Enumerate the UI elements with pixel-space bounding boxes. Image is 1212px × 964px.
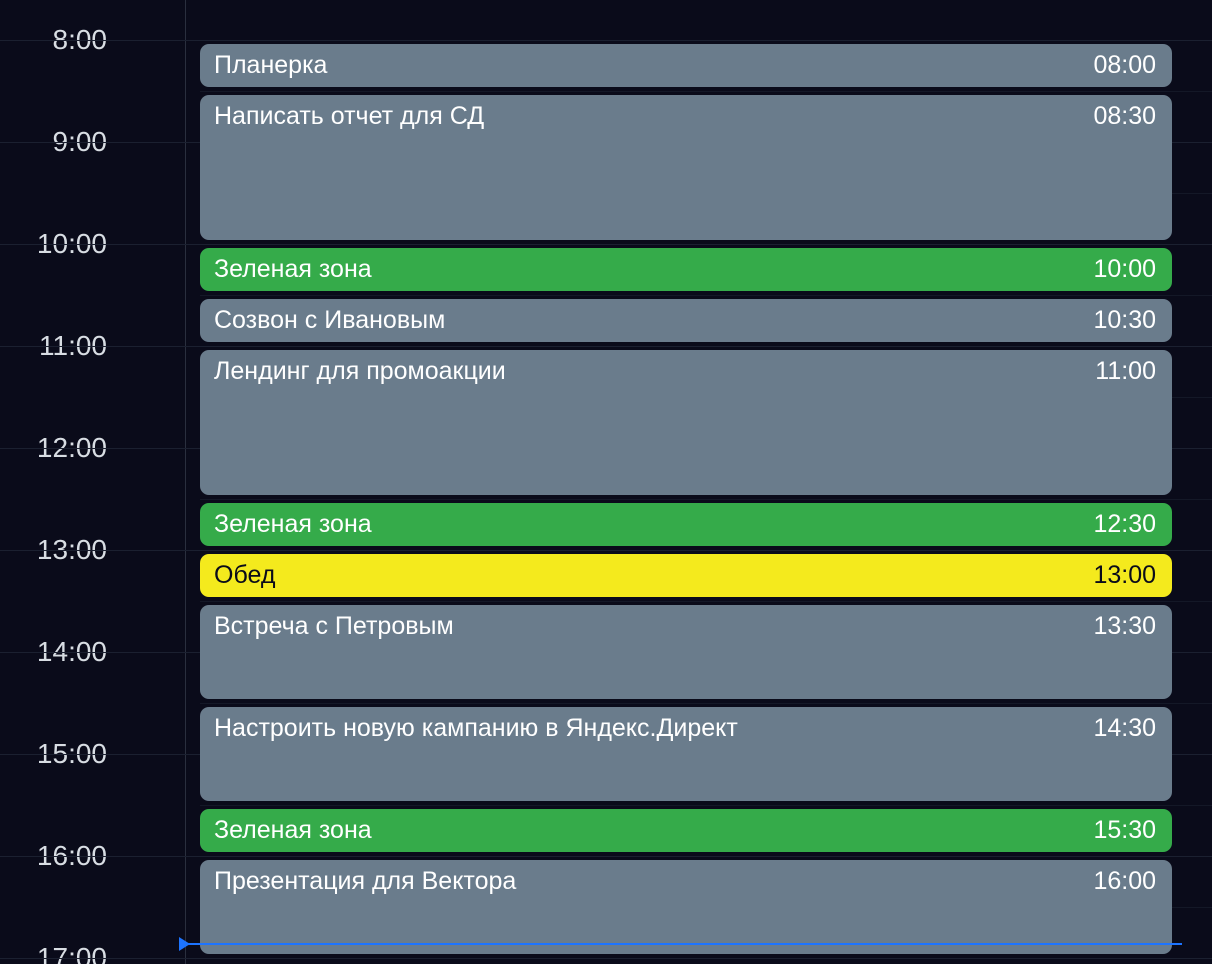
calendar-event[interactable]: Написать отчет для СД 08:30	[200, 95, 1172, 240]
event-time: 16:00	[1093, 866, 1156, 897]
event-time: 08:30	[1093, 101, 1156, 132]
event-time: 10:30	[1093, 305, 1156, 336]
events-area[interactable]: Планерка 08:00 Написать отчет для СД 08:30 З…	[200, 0, 1172, 964]
time-label: 17:00	[37, 942, 107, 964]
event-title: Написать отчет для СД	[214, 101, 484, 132]
event-title: Настроить новую кампанию в Яндекс.Директ	[214, 713, 738, 744]
event-time: 14:30	[1093, 713, 1156, 744]
calendar-event[interactable]: Презентация для Вектора 16:00	[200, 860, 1172, 954]
calendar-event[interactable]: Планерка 08:00	[200, 44, 1172, 87]
calendar-day-view: 8:009:0010:0011:0012:0013:0014:0015:0016…	[0, 0, 1212, 964]
event-time: 13:00	[1093, 560, 1156, 591]
event-time: 15:30	[1093, 815, 1156, 846]
event-time: 12:30	[1093, 509, 1156, 540]
calendar-event[interactable]: Зеленая зона 12:30	[200, 503, 1172, 546]
calendar-event[interactable]: Зеленая зона 10:00	[200, 248, 1172, 291]
event-title: Встреча с Петровым	[214, 611, 454, 642]
current-time-indicator	[183, 943, 1182, 945]
calendar-event[interactable]: Настроить новую кампанию в Яндекс.Директ…	[200, 707, 1172, 801]
event-title: Зеленая зона	[214, 254, 372, 285]
event-time: 08:00	[1093, 50, 1156, 81]
time-column: 8:009:0010:0011:0012:0013:0014:0015:0016…	[0, 0, 185, 964]
event-title: Презентация для Вектора	[214, 866, 516, 897]
event-title: Зеленая зона	[214, 509, 372, 540]
event-title: Лендинг для промоакции	[214, 356, 506, 387]
event-title: Планерка	[214, 50, 327, 81]
time-axis	[185, 0, 186, 964]
event-time: 10:00	[1093, 254, 1156, 285]
calendar-event[interactable]: Обед 13:00	[200, 554, 1172, 597]
calendar-event[interactable]: Встреча с Петровым 13:30	[200, 605, 1172, 699]
event-title: Зеленая зона	[214, 815, 372, 846]
calendar-event[interactable]: Созвон с Ивановым 10:30	[200, 299, 1172, 342]
event-time: 11:00	[1095, 356, 1156, 387]
event-title: Обед	[214, 560, 275, 591]
event-title: Созвон с Ивановым	[214, 305, 445, 336]
event-time: 13:30	[1093, 611, 1156, 642]
calendar-event[interactable]: Лендинг для промоакции 11:00	[200, 350, 1172, 495]
calendar-event[interactable]: Зеленая зона 15:30	[200, 809, 1172, 852]
